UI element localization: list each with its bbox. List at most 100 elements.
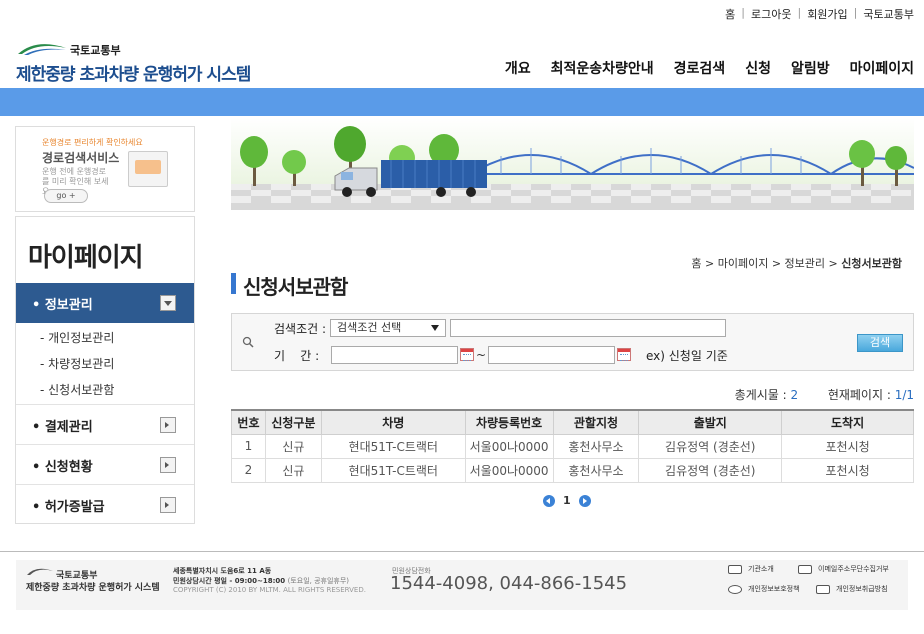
ministry-name: 국토교통부 — [70, 44, 121, 57]
person-icon — [816, 584, 830, 594]
nav-overview[interactable]: 개요 — [505, 58, 531, 78]
route-search-banner[interactable]: 운행경로 편리하게 확인하세요 경로검색서비스 운행 전에 운행경로를 미리 확… — [15, 126, 195, 212]
cell-destination: 포천시청 — [781, 433, 914, 459]
nav-route-search[interactable]: 경로검색 — [674, 58, 726, 78]
main-nav: 개요 최적운송차량안내 경로검색 신청 알림방 마이페이지 — [505, 58, 914, 78]
result-summary: 총게시물 : 2 현재페이지 : 1/1 — [735, 386, 914, 403]
system-name: 제한중량 초과차량 운행허가 시스템 — [16, 65, 251, 85]
search-icon — [242, 336, 254, 348]
truck-bridge-banner — [231, 118, 914, 210]
page-title: 신청서보관함 — [231, 271, 348, 300]
cell-destination: 포천시청 — [781, 457, 914, 483]
chevron-right-icon[interactable] — [160, 497, 176, 513]
next-page-icon[interactable] — [578, 494, 591, 507]
mail-icon — [798, 564, 812, 574]
footer-tel: 1544-4098, 044-866-1545 — [390, 573, 628, 594]
search-keyword-input[interactable] — [450, 319, 726, 337]
book-icon — [728, 564, 742, 574]
side-menu-payment[interactable]: • 결제관리 — [16, 404, 194, 444]
col-no: 번호 — [231, 409, 266, 435]
footer-link-about[interactable]: 기관소개 — [728, 564, 774, 574]
cell-type: 신규 — [264, 433, 322, 459]
nav-mypage[interactable]: 마이페이지 — [850, 58, 914, 78]
side-menu-title: 마이페이지 — [28, 243, 144, 273]
page-label: 현재페이지 : — [827, 388, 895, 402]
logout-link[interactable]: 로그아웃 — [751, 6, 791, 22]
calendar-icon[interactable] — [617, 348, 631, 361]
pagination: 1 — [543, 494, 591, 507]
page-number[interactable]: 1 — [563, 494, 571, 507]
breadcrumb-path[interactable]: 홈 > 마이페이지 > 정보관리 > — [691, 257, 841, 270]
cell-vehicle-name[interactable]: 현대51T-C트랙터 — [320, 457, 466, 483]
criteria-select[interactable]: 검색조건 선택 — [330, 319, 446, 337]
cell-origin: 김유정역 (경춘선) — [638, 433, 783, 459]
col-destination: 도착지 — [781, 409, 914, 435]
utility-links: 홈 | 로그아웃 | 회원가입 | 국토교통부 — [725, 6, 914, 22]
side-menu-permit[interactable]: • 허가증발급 — [16, 484, 194, 524]
breadcrumb-current: 신청서보관함 — [841, 257, 902, 270]
cell-office: 홍천사무소 — [552, 433, 640, 459]
footer-hours: 민원상담시간 평일 - 09:00~18:00 (토요일, 공휴일휴무) — [173, 576, 349, 586]
search-button[interactable]: 검색 — [857, 334, 903, 352]
footer-link-about-label: 기관소개 — [748, 565, 774, 573]
calendar-icon[interactable] — [460, 348, 474, 361]
footer-hours-note: (토요일, 공휴일휴무) — [287, 577, 350, 585]
cell-plate: 서울00나0000 — [464, 457, 554, 483]
start-date-input[interactable] — [331, 346, 458, 364]
footer-copyright: COPYRIGHT (C) 2010 BY MLTM. ALL RIGHTS R… — [173, 586, 366, 594]
nav-notice[interactable]: 알림방 — [791, 58, 830, 78]
prev-page-icon[interactable] — [543, 494, 555, 507]
side-menu-info[interactable]: • 정보관리 — [16, 283, 194, 323]
table-row[interactable]: 1 신규 현대51T-C트랙터 서울00나0000 홍천사무소 김유정역 (경춘… — [231, 433, 914, 459]
monitor-icon — [128, 151, 168, 187]
footer-link-email[interactable]: 이메일주소무단수집거부 — [798, 564, 889, 574]
chevron-down-icon[interactable] — [160, 295, 176, 311]
side-sub-archive[interactable]: - 신청서보관함 — [40, 381, 114, 398]
col-origin: 출발지 — [638, 409, 783, 435]
ministry-link[interactable]: 국토교통부 — [863, 6, 914, 22]
table-header-row: 번호 신청구분 차명 차량등록번호 관할지청 출발지 도착지 — [231, 409, 914, 435]
side-sub-vehicle[interactable]: - 차량정보관리 — [40, 355, 114, 372]
side-menu-status-label: • 신청현황 — [32, 460, 93, 475]
end-date-input[interactable] — [488, 346, 615, 364]
side-menu-payment-label: • 결제관리 — [32, 420, 93, 435]
banner-title: 경로검색서비스 — [42, 151, 120, 165]
cell-plate: 서울00나0000 — [464, 433, 554, 459]
side-menu-status[interactable]: • 신청현황 — [16, 444, 194, 484]
cell-no: 2 — [231, 457, 266, 483]
signup-link[interactable]: 회원가입 — [807, 6, 847, 22]
footer-link-privacy-policy[interactable]: 개인정보보호정책 — [728, 584, 800, 594]
col-plate: 차량등록번호 — [464, 409, 554, 435]
criteria-label: 검색조건 : — [274, 322, 327, 336]
col-type: 신청구분 — [264, 409, 322, 435]
col-vehicle-name: 차명 — [320, 409, 466, 435]
cell-origin: 김유정역 (경춘선) — [638, 457, 783, 483]
application-table: 번호 신청구분 차명 차량등록번호 관할지청 출발지 도착지 1 신규 현대51… — [231, 409, 914, 483]
banner-go-button[interactable]: go + — [44, 189, 88, 203]
total-label: 총게시물 : — [734, 388, 791, 402]
nav-apply[interactable]: 신청 — [745, 58, 771, 78]
side-menu: 마이페이지 • 정보관리 - 개인정보관리 - 차량정보관리 - 신청서보관함 … — [15, 216, 195, 524]
date-hint: ex) 신청일 기준 — [646, 349, 728, 363]
chevron-right-icon[interactable] — [160, 457, 176, 473]
banner-illustration — [231, 118, 914, 210]
col-office: 관할지청 — [552, 409, 640, 435]
side-sub-personal[interactable]: - 개인정보관리 — [40, 329, 114, 346]
cell-no: 1 — [231, 433, 266, 459]
ministry-logo-icon — [18, 44, 66, 55]
cell-office: 홍천사무소 — [552, 457, 640, 483]
nav-optimal-vehicle[interactable]: 최적운송차량안내 — [551, 58, 654, 78]
banner-tagline: 운행경로 편리하게 확인하세요 — [42, 138, 143, 147]
footer-link-email-label: 이메일주소무단수집거부 — [818, 565, 889, 573]
date-range-separator: ~ — [476, 348, 487, 362]
footer-hours-text: 민원상담시간 평일 - 09:00~18:00 — [173, 577, 286, 585]
cell-vehicle-name[interactable]: 현대51T-C트랙터 — [320, 433, 466, 459]
table-row[interactable]: 2 신규 현대51T-C트랙터 서울00나0000 홍천사무소 김유정역 (경춘… — [231, 457, 914, 483]
chevron-right-icon[interactable] — [160, 417, 176, 433]
footer-link-privacy-handling[interactable]: 개인정보취급방침 — [816, 584, 888, 594]
cell-type: 신규 — [264, 457, 322, 483]
footer-link-privacy-policy-label: 개인정보보호정책 — [748, 585, 800, 593]
period-label: 기 간 : — [274, 349, 320, 363]
breadcrumb: 홈 > 마이페이지 > 정보관리 > 신청서보관함 — [691, 255, 902, 271]
home-link[interactable]: 홈 — [725, 6, 735, 22]
